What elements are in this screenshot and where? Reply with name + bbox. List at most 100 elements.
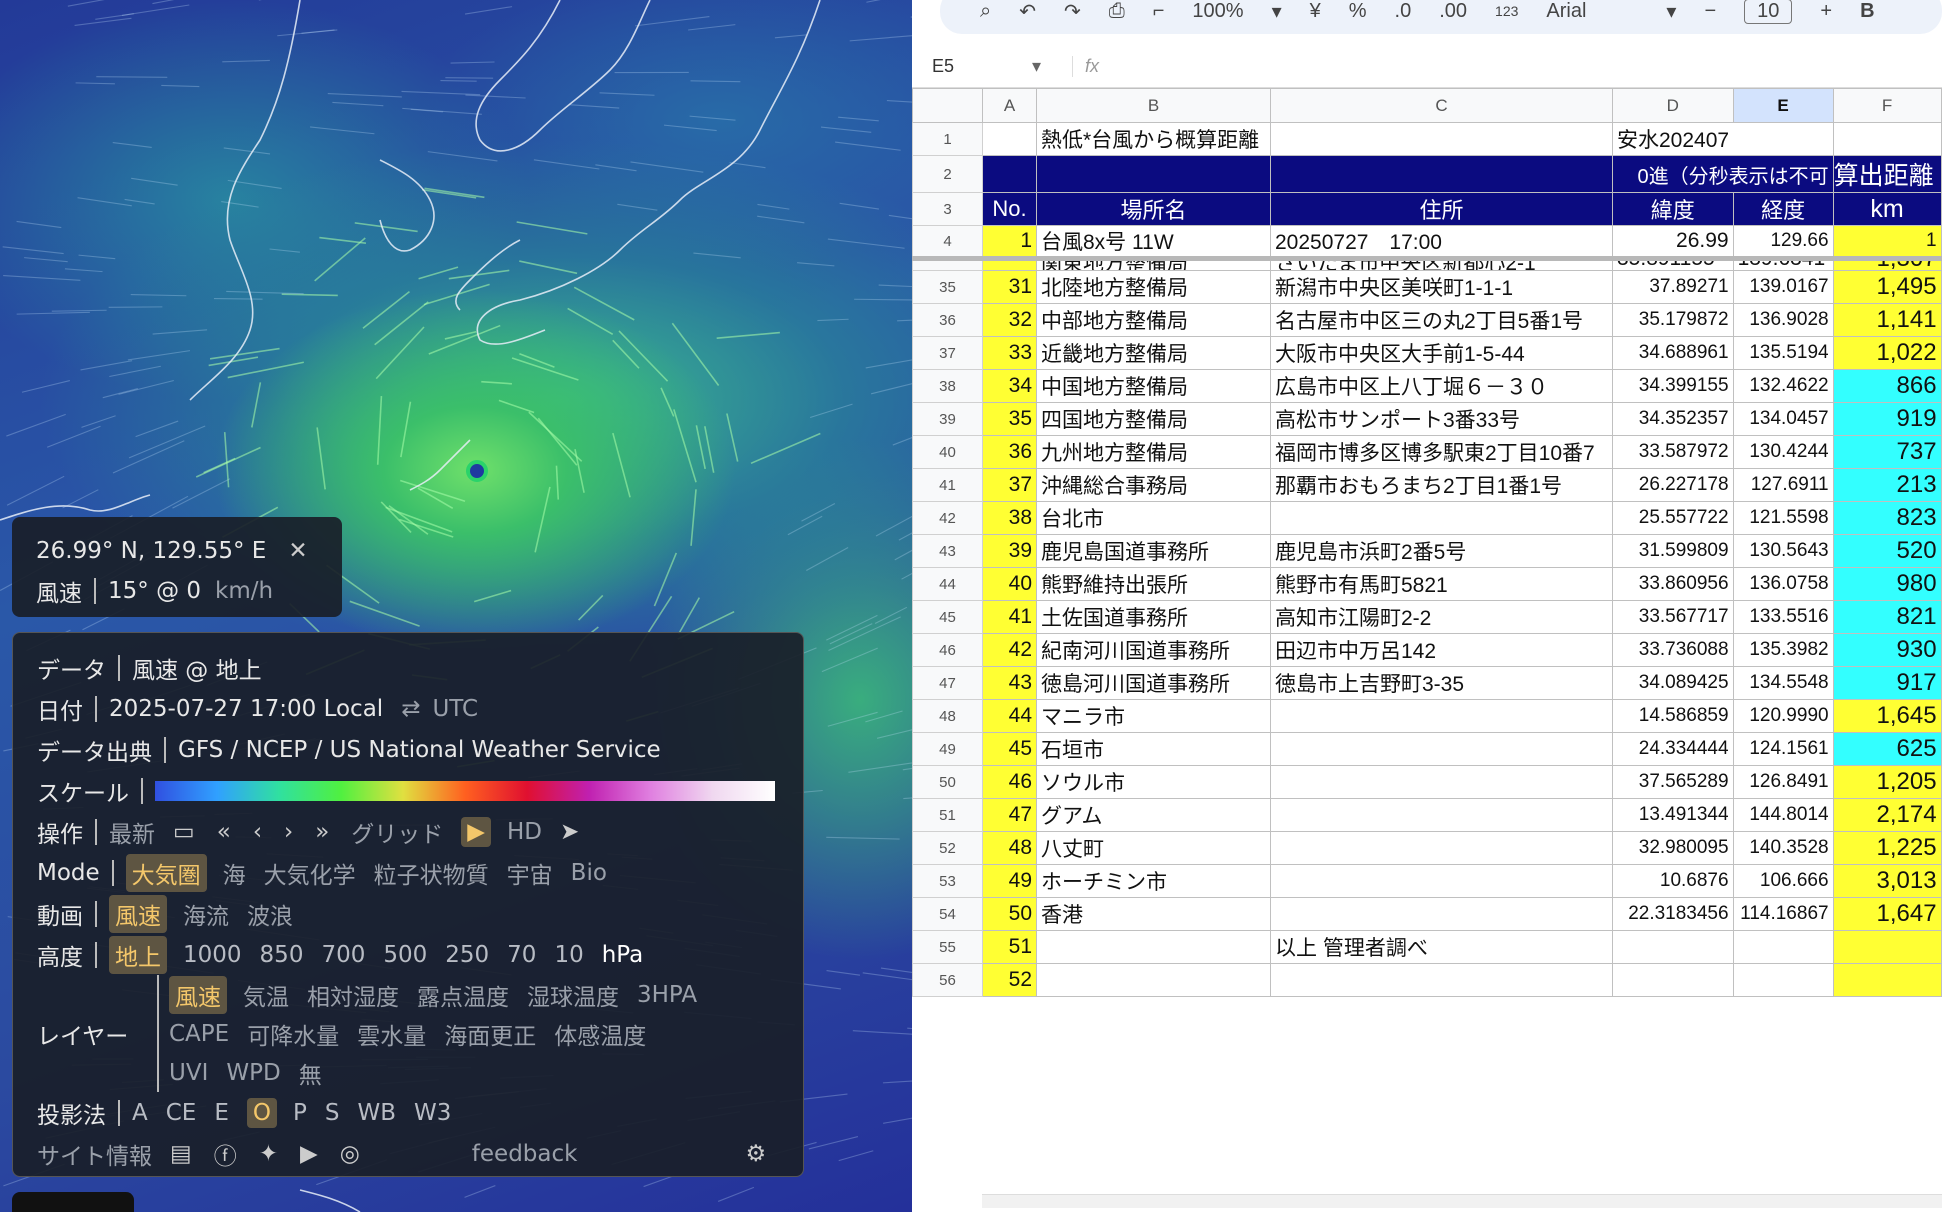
altitude-option[interactable]: 10 xyxy=(554,942,583,968)
grid-toggle[interactable]: グリッド xyxy=(351,815,443,849)
cell[interactable]: 31.599809 xyxy=(1612,534,1734,568)
row-header[interactable]: 54 xyxy=(912,897,983,931)
cell[interactable]: 広島市中区上八丁堀６－３０ xyxy=(1270,369,1613,403)
cell[interactable] xyxy=(1270,155,1613,193)
cell[interactable]: 737 xyxy=(1832,435,1942,469)
cell[interactable] xyxy=(1270,765,1613,799)
utc-toggle[interactable]: UTC xyxy=(432,696,478,722)
cell[interactable]: 10.6876 xyxy=(1612,864,1734,898)
cell[interactable]: 那覇市おもろまち2丁目1番1号 xyxy=(1270,468,1613,502)
cell[interactable]: 38 xyxy=(982,501,1037,535)
cell[interactable]: 1,645 xyxy=(1832,699,1942,733)
cell[interactable]: 31 xyxy=(982,270,1037,304)
cell[interactable]: 139.6341 xyxy=(1732,258,1834,271)
projection-option[interactable]: E xyxy=(214,1100,229,1126)
cell[interactable]: 130.4244 xyxy=(1732,435,1834,469)
cell[interactable]: 20250727 17:00 xyxy=(1270,225,1613,261)
cell[interactable]: 沖縄総合事務局 xyxy=(1036,468,1271,502)
cell[interactable]: 520 xyxy=(1832,534,1942,568)
layer-option[interactable]: 露点温度 xyxy=(417,978,509,1012)
cell[interactable]: 35.891155 xyxy=(1612,258,1734,271)
cell[interactable]: 34.688961 xyxy=(1612,336,1734,370)
book-icon[interactable]: ▤ xyxy=(170,1141,192,1167)
cell[interactable]: 安水202407 xyxy=(1612,122,1734,156)
close-icon[interactable]: ✕ xyxy=(288,538,307,564)
altitude-option[interactable]: 250 xyxy=(445,942,489,968)
sheet-grid[interactable]: A B C D E F 1 熱低*台風から概算距離 安水202407 2 0進（… xyxy=(912,88,1942,997)
cell[interactable]: 八丈町 xyxy=(1036,831,1271,865)
row-header[interactable]: 39 xyxy=(912,402,983,436)
row-header[interactable] xyxy=(912,258,983,271)
cell[interactable]: 1,225 xyxy=(1832,831,1942,865)
cell[interactable]: 33.860956 xyxy=(1612,567,1734,601)
cell[interactable] xyxy=(1270,699,1613,733)
cell[interactable]: 鹿児島市浜町2番5号 xyxy=(1270,534,1613,568)
cell[interactable]: 121.5598 xyxy=(1732,501,1834,535)
wind-map[interactable]: 26.99° N, 129.55° E ✕ 風速 15° @ 0 km/h デー… xyxy=(0,0,912,1212)
row-header[interactable]: 44 xyxy=(912,567,983,601)
color-scale[interactable] xyxy=(155,780,775,801)
swap-icon[interactable]: ⇄ xyxy=(401,696,420,722)
cell[interactable]: 高知市江陽町2-2 xyxy=(1270,600,1613,634)
cell[interactable]: 鹿児島国道事務所 xyxy=(1036,534,1271,568)
mode-option[interactable]: 宇宙 xyxy=(507,856,553,890)
mode-option[interactable]: 大気化学 xyxy=(264,856,356,890)
cell[interactable]: 37.565289 xyxy=(1612,765,1734,799)
youtube-icon[interactable]: ▶ xyxy=(300,1141,318,1167)
cell[interactable]: 821 xyxy=(1832,600,1942,634)
cell[interactable]: 134.0457 xyxy=(1732,402,1834,436)
settings-gear-icon[interactable]: ⚙ xyxy=(745,1141,766,1167)
projection-option[interactable]: WB xyxy=(357,1100,396,1126)
cell[interactable]: 台風8x号 11W xyxy=(1036,225,1271,261)
cell[interactable]: 40 xyxy=(982,567,1037,601)
row-header[interactable]: 49 xyxy=(912,732,983,766)
cell[interactable] xyxy=(1832,930,1942,964)
cell[interactable]: 24.334444 xyxy=(1612,732,1734,766)
cell[interactable]: 34.089425 xyxy=(1612,666,1734,700)
row-header[interactable]: 35 xyxy=(912,270,983,304)
row-header[interactable]: 42 xyxy=(912,501,983,535)
cell[interactable]: 135.5194 xyxy=(1732,336,1834,370)
feedback-link[interactable]: feedback xyxy=(472,1141,578,1167)
cell[interactable]: 福岡市博多区博多駅東2丁目10番7 xyxy=(1270,435,1613,469)
cell[interactable]: 九州地方整備局 xyxy=(1036,435,1271,469)
cell[interactable]: 四国地方整備局 xyxy=(1036,402,1271,436)
cell[interactable]: 26.99 xyxy=(1612,225,1734,261)
cell[interactable]: 以上 管理者調べ xyxy=(1270,930,1613,964)
cell[interactable]: 34 xyxy=(982,369,1037,403)
step-back-icon[interactable]: ‹ xyxy=(253,819,262,845)
altitude-option[interactable]: 地上 xyxy=(109,935,167,974)
cell[interactable]: 中国地方整備局 xyxy=(1036,369,1271,403)
cell[interactable]: 26.227178 xyxy=(1612,468,1734,502)
projection-option[interactable]: CE xyxy=(166,1100,197,1126)
cell[interactable]: 37.89271 xyxy=(1612,270,1734,304)
cell[interactable]: 22.3183456 xyxy=(1612,897,1734,931)
redo-icon[interactable]: ↷ xyxy=(1064,0,1081,24)
cell[interactable] xyxy=(1612,963,1734,997)
layer-option[interactable]: 気温 xyxy=(243,978,289,1012)
cell[interactable] xyxy=(1270,122,1613,156)
cell[interactable]: 43 xyxy=(982,666,1037,700)
cell[interactable]: 1 xyxy=(1832,225,1942,261)
cell[interactable]: 台北市 xyxy=(1036,501,1271,535)
cell[interactable]: 3,013 xyxy=(1832,864,1942,898)
cell[interactable] xyxy=(1832,963,1942,997)
cell[interactable]: 算出距離 xyxy=(1832,155,1942,193)
row-header[interactable]: 55 xyxy=(912,930,983,964)
header-cell[interactable]: 住所 xyxy=(1270,192,1613,226)
cell[interactable]: 49 xyxy=(982,864,1037,898)
cell[interactable]: 37 xyxy=(982,468,1037,502)
header-cell[interactable]: km xyxy=(1832,192,1942,226)
cell[interactable]: 126.8491 xyxy=(1732,765,1834,799)
cell[interactable] xyxy=(1733,122,1834,156)
name-box[interactable]: E5 xyxy=(912,56,1032,77)
cell[interactable]: 917 xyxy=(1832,666,1942,700)
row-header[interactable]: 4 xyxy=(912,225,983,261)
projection-option[interactable]: A xyxy=(132,1100,148,1126)
header-cell[interactable]: 場所名 xyxy=(1036,192,1271,226)
layer-option[interactable]: WPD xyxy=(226,1060,280,1086)
instagram-icon[interactable]: ◎ xyxy=(340,1141,360,1167)
layer-option[interactable]: 湿球温度 xyxy=(527,978,619,1012)
cell[interactable]: 1,141 xyxy=(1832,303,1942,337)
forward-fast-icon[interactable]: » xyxy=(315,819,329,845)
